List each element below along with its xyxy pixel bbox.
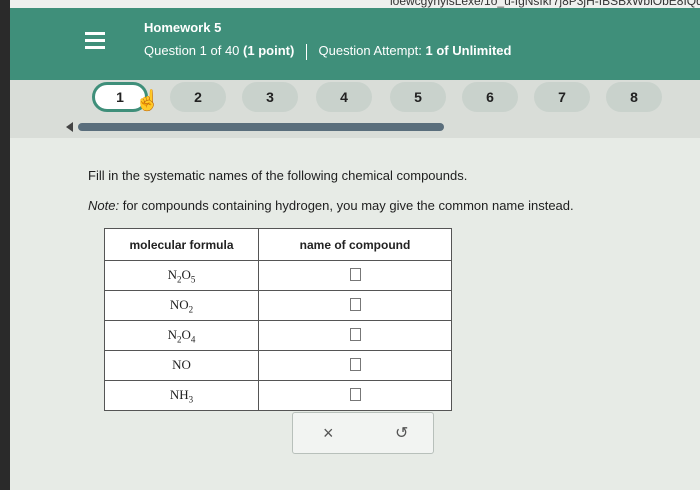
url-text: loewcgynyisLexe/1o_u-IgNsIkr7j8P3jH-IBSB… (390, 0, 700, 8)
question-nav-5[interactable]: 5 (390, 82, 446, 112)
question-nav-7[interactable]: 7 (534, 82, 590, 112)
question-nav-6[interactable]: 6 (462, 82, 518, 112)
question-nav-3[interactable]: 3 (242, 82, 298, 112)
x-icon[interactable]: × (323, 423, 334, 444)
compound-name-input[interactable] (349, 327, 361, 341)
molecular-formula: NO2 (104, 290, 259, 321)
header-name-of-compound: name of compound (258, 228, 452, 261)
molecular-formula: N2O5 (104, 260, 259, 291)
molecular-formula: NH3 (104, 380, 259, 411)
scrollbar-thumb[interactable] (78, 123, 444, 131)
assignment-header: Homework 5 Question 1 of 40 (1 point) Qu… (10, 8, 700, 80)
question-navigation: 1 2 3 4 5 6 7 8 (80, 82, 700, 116)
compound-name-cell (258, 290, 452, 321)
header-molecular-formula: molecular formula (104, 228, 259, 261)
compound-name-input[interactable] (349, 357, 361, 371)
question-number: Question 1 of 40 (144, 43, 240, 58)
compound-name-cell (258, 380, 452, 411)
question-nav-2[interactable]: 2 (170, 82, 226, 112)
compound-name-cell (258, 260, 452, 291)
question-nav-scrollbar[interactable] (66, 122, 700, 132)
compound-table: molecular formula name of compound N2O5 … (104, 228, 452, 411)
note-text: for compounds containing hydrogen, you m… (122, 198, 574, 213)
screen-bezel (0, 0, 10, 490)
compound-name-input[interactable] (349, 267, 361, 281)
question-instruction: Fill in the systematic names of the foll… (88, 168, 468, 183)
table-row: NO (104, 350, 452, 381)
header-divider (305, 43, 307, 60)
table-row: N2O4 (104, 320, 452, 351)
address-bar[interactable]: loewcgynyisLexe/1o_u-IgNsIkr7j8P3jH-IBSB… (10, 0, 700, 8)
answer-actions: × ↺ (292, 412, 434, 454)
question-note: Note: for compounds containing hydrogen,… (88, 198, 574, 213)
hamburger-menu-icon[interactable] (85, 32, 115, 56)
undo-icon[interactable]: ↺ (395, 423, 408, 443)
question-nav-4[interactable]: 4 (316, 82, 372, 112)
table-row: NO2 (104, 290, 452, 321)
note-label: Note: (88, 198, 120, 213)
assignment-title: Homework 5 (144, 20, 222, 35)
table-row: N2O5 (104, 260, 452, 291)
compound-name-cell (258, 320, 452, 351)
attempt-label: Question Attempt: (318, 43, 422, 58)
attempt-value: 1 of Unlimited (425, 43, 512, 58)
compound-name-input[interactable] (349, 387, 361, 401)
hand-cursor-icon: ☝ (135, 90, 160, 112)
molecular-formula: N2O4 (104, 320, 259, 351)
compound-name-cell (258, 350, 452, 381)
table-row: NH3 (104, 380, 452, 411)
molecular-formula: NO (104, 350, 259, 381)
question-nav-8[interactable]: 8 (606, 82, 662, 112)
compound-name-input[interactable] (349, 297, 361, 311)
question-info: Question 1 of 40 (1 point) Question Atte… (144, 43, 511, 60)
question-points: (1 point) (243, 43, 295, 58)
scroll-left-icon[interactable] (66, 122, 73, 132)
